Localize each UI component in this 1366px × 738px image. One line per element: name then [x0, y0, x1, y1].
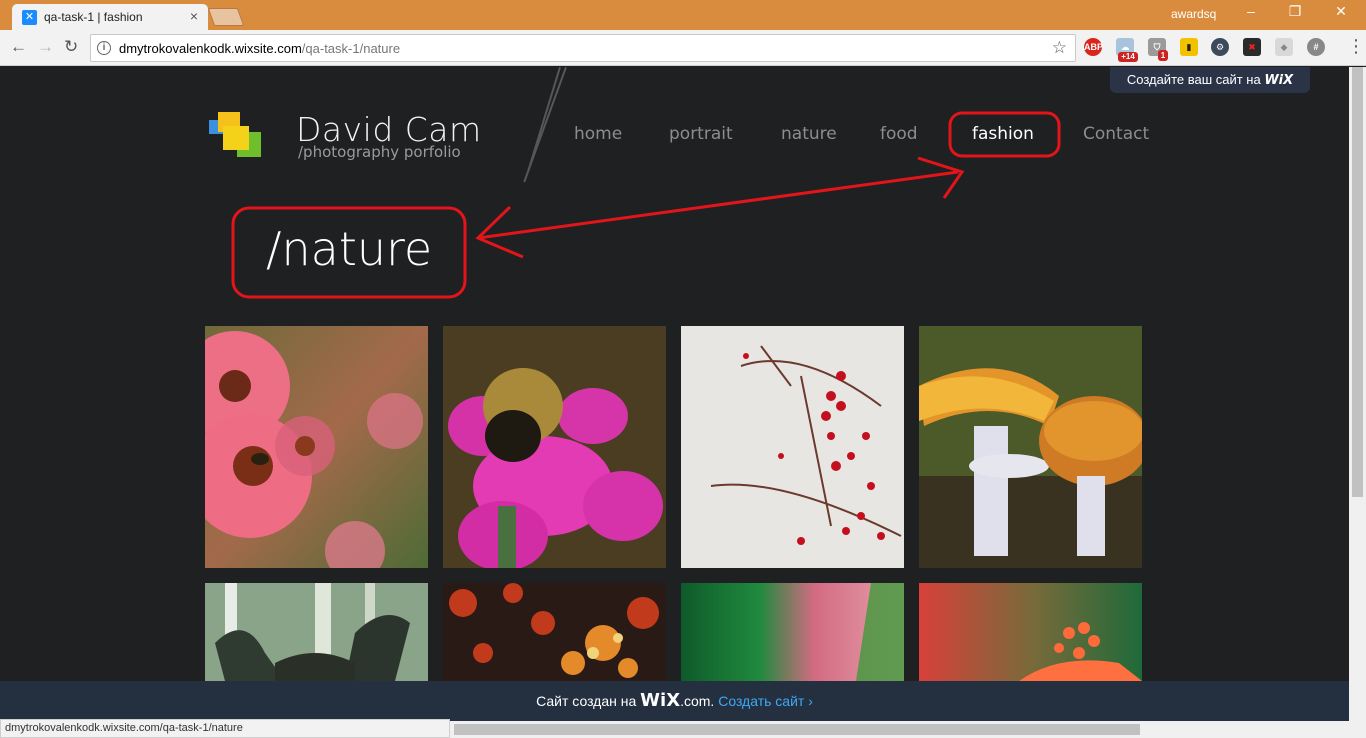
gallery-item-green-blur[interactable] — [681, 583, 904, 681]
green-blur-photo — [681, 583, 904, 681]
puzzle-extension-icon[interactable]: ◆ — [1275, 38, 1293, 56]
nav-nature[interactable]: nature — [781, 124, 837, 144]
gallery-item-echinacea[interactable] — [205, 326, 428, 568]
tab-title: qa-task-1 | fashion — [44, 10, 143, 24]
footer-text: Сайт создан на — [536, 693, 641, 709]
bumblebee-photo — [443, 326, 666, 568]
wix-favicon-icon: ✕ — [22, 10, 37, 25]
nav-contact[interactable]: Contact — [1083, 124, 1149, 144]
wix-create-site-banner[interactable]: Создайте ваш сайт на WiX — [1110, 67, 1310, 93]
moose-photo — [205, 583, 428, 681]
cloud-badge-count: +14 — [1118, 52, 1138, 62]
red-stamens-photo — [919, 583, 1142, 681]
shield-badge-count: 1 — [1158, 50, 1168, 61]
browser-toolbar: ← → ↻ i dmytrokovalenkodk.wixsite.com/qa… — [0, 30, 1366, 66]
annotation-arrowhead-right — [917, 156, 965, 199]
adblock-plus-icon[interactable]: ABP — [1084, 38, 1103, 56]
footer-wix-domain: .com. — [680, 693, 715, 709]
site-subtitle: /photography porfolio — [298, 143, 461, 161]
annotation-arrow-line — [477, 170, 959, 240]
new-tab-button[interactable] — [207, 8, 245, 26]
forward-icon[interactable]: → — [37, 37, 54, 57]
wix-logo: WiX — [1264, 73, 1294, 88]
x-extension-icon[interactable]: ✖ — [1243, 38, 1261, 56]
annotation-arrowhead-left — [475, 205, 524, 259]
logo-yellow-square-2 — [223, 126, 249, 150]
site-logo[interactable] — [209, 112, 261, 158]
gallery-item-red-stamens[interactable] — [919, 583, 1142, 681]
maple-leaves-photo — [443, 583, 666, 681]
decorative-line — [527, 67, 561, 171]
tab-close-icon[interactable]: × — [190, 8, 198, 24]
nav-home[interactable]: home — [574, 124, 622, 144]
gallery-item-bumblebee[interactable] — [443, 326, 666, 568]
nav-portrait[interactable]: portrait — [669, 124, 733, 144]
vertical-scroll-thumb[interactable] — [1352, 67, 1363, 497]
gallery-item-maple-leaves[interactable] — [443, 583, 666, 681]
url-text[interactable]: dmytrokovalenkodk.wixsite.com/qa-task-1/… — [119, 41, 400, 56]
profile-name[interactable]: awardsq — [1171, 7, 1216, 21]
footer-wix-logo: WiX — [640, 690, 681, 711]
gallery-item-moose[interactable] — [205, 583, 428, 681]
browser-titlebar: ✕ qa-task-1 | fashion × awardsq – ❐ ✕ — [0, 0, 1366, 30]
browser-tab[interactable]: ✕ qa-task-1 | fashion × — [12, 4, 208, 30]
vertical-scrollbar[interactable] — [1349, 67, 1366, 721]
chrome-menu-icon[interactable]: ⋮ — [1347, 36, 1365, 57]
back-icon[interactable]: ← — [10, 37, 27, 57]
mushrooms-photo — [919, 326, 1142, 568]
create-site-link[interactable]: Создать сайт › — [718, 693, 813, 709]
circle-extension-icon[interactable]: # — [1307, 38, 1325, 56]
gear-extension-icon[interactable]: ⚙ — [1211, 38, 1229, 56]
gallery-item-red-berries[interactable] — [681, 326, 904, 568]
horizontal-scroll-thumb[interactable] — [454, 724, 1140, 735]
echinacea-photo — [205, 326, 428, 568]
wix-footer-banner[interactable]: Сайт создан на WiX.com. Создать сайт › — [0, 681, 1349, 721]
bulb-extension-icon[interactable]: ▮ — [1180, 38, 1198, 56]
wix-banner-text: Создайте ваш сайт на — [1126, 72, 1265, 87]
site-info-icon[interactable]: i — [97, 41, 111, 55]
minimize-icon[interactable]: – — [1236, 3, 1266, 19]
nav-fashion[interactable]: fashion — [972, 124, 1034, 144]
bookmark-star-icon[interactable]: ☆ — [1052, 38, 1067, 58]
nav-food[interactable]: food — [880, 124, 918, 144]
horizontal-scrollbar[interactable] — [450, 721, 1366, 738]
status-url-bubble: dmytrokovalenkodk.wixsite.com/qa-task-1/… — [0, 719, 450, 738]
red-berries-photo — [681, 326, 904, 568]
reload-icon[interactable]: ↻ — [64, 37, 78, 57]
page-heading: /nature — [266, 222, 433, 276]
close-window-icon[interactable]: ✕ — [1326, 3, 1356, 20]
address-bar[interactable]: i dmytrokovalenkodk.wixsite.com/qa-task-… — [90, 34, 1076, 62]
maximize-icon[interactable]: ❐ — [1280, 3, 1310, 20]
gallery-item-mushrooms[interactable] — [919, 326, 1142, 568]
